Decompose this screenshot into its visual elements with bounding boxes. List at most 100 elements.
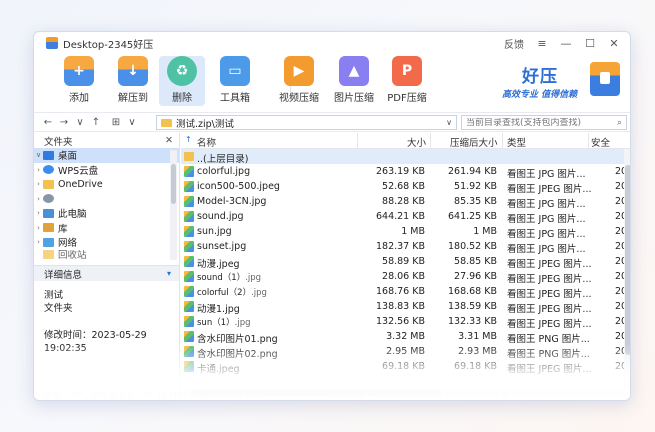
file-row[interactable]: 动漫.jpeg 58.89 KB 58.85 KB 看图王 JPEG 图片... 20 [181,254,630,270]
pdf-compress-label: PDF压缩 [387,93,427,104]
tree-item-network[interactable]: › 网络 [34,235,179,250]
tree-item-desktop[interactable]: ∨ 桌面 [34,148,179,163]
file-name: sound（1）.jpg [197,273,262,283]
extract-label: 解压到 [118,93,148,104]
path-dropdown-icon[interactable]: ∨ [446,118,452,127]
feedback-button[interactable]: 反馈 [504,36,524,51]
search-input[interactable] [466,117,606,128]
expand-icon[interactable]: › [34,209,43,217]
folder-icon [184,152,194,161]
column-name[interactable]: 名称 [197,135,216,149]
file-packed-size: 3.31 MB [458,331,497,342]
tree-item-wps-cloud[interactable]: › WPS云盘 [34,163,179,178]
file-row[interactable]: colorful（2）.jpg 168.76 KB 168.68 KB 看图王 JPE… [181,284,630,300]
video-compress-button[interactable]: ▶ 视频压缩 [276,56,322,106]
tree-item-library[interactable]: › 库 [34,221,179,236]
minimize-icon[interactable]: — [560,37,572,50]
path-bar[interactable]: 测试.zip\测试 ∨ [156,115,457,130]
parent-directory-row[interactable]: ..(上层目录) [181,149,630,165]
status-left: 类型：ZIP，解压后大小：35.35 MB，压缩率：76.14% [44,392,258,401]
video-icon: ▶ [284,56,314,86]
file-type: 看图王 JPG 图片... [507,214,586,225]
tree-scroll-thumb[interactable] [171,164,176,204]
tree-item-recycle-bin[interactable]: 回收站 [34,249,179,259]
status-bar: 类型：ZIP，解压后大小：35.35 MB，压缩率：76.14% 总计 32 个… [34,390,630,401]
expand-icon[interactable]: › [34,166,43,174]
details-header[interactable]: 详细信息 ▾ [34,265,179,281]
file-packed-size: 180.52 KB [447,241,497,252]
view-dropdown-icon[interactable]: ∨ [124,117,140,128]
file-size: 2.95 MB [386,346,425,357]
extract-button[interactable]: ↓ 解压到 [110,56,156,106]
file-row[interactable]: 含水印图片01.png 3.32 MB 3.31 MB 看图王 PNG 图片... 20 [181,329,630,345]
maximize-icon[interactable]: ☐ [584,37,596,50]
file-row[interactable]: sunset.jpg 182.37 KB 180.52 KB 看图王 JPG 图片..… [181,239,630,255]
file-name: sun（1）.jpg [197,318,251,328]
file-row[interactable]: colorful.jpg 263.19 KB 261.94 KB 看图王 JPG 图片… [181,164,630,180]
expand-icon[interactable]: › [34,180,43,188]
list-scroll-thumb[interactable] [625,165,630,355]
pdf-compress-button[interactable]: P PDF压缩 [384,56,430,106]
file-row[interactable]: Model-3CN.jpg 88.28 KB 85.35 KB 看图王 JPG 图片.… [181,194,630,210]
column-security[interactable]: 安全 [591,135,610,149]
menu-icon[interactable]: ≡ [536,37,548,50]
toolbar: + 添加 ↓ 解压到 ♻ 删除 ▭ 工具箱 ▶ 视频压缩 ▲ 图片压缩 P PD… [34,54,630,112]
image-compress-button[interactable]: ▲ 图片压缩 [331,56,377,106]
file-row[interactable]: sound.jpg 644.21 KB 641.25 KB 看图王 JPG 图片...… [181,209,630,225]
view-mode-icon[interactable]: ⊞ [108,117,124,128]
expand-icon[interactable]: ∨ [34,151,43,159]
back-icon[interactable]: ← [40,117,56,128]
forward-icon[interactable]: → [56,117,72,128]
column-packed-size[interactable]: 压缩后大小 [450,135,498,149]
file-row[interactable]: 卡通.jpeg 69.18 KB 69.18 KB 看图王 JPEG 图片... 20 [181,359,630,375]
file-row[interactable]: sound（1）.jpg 28.06 KB 27.96 KB 看图王 JPEG 图片.… [181,269,630,285]
image-file-icon [184,211,194,222]
file-row[interactable]: sun（1）.jpg 132.56 KB 132.33 KB 看图王 JPEG 图片.… [181,314,630,330]
search-icon[interactable]: ⌕ [617,118,622,128]
window-title: Desktop-2345好压 [63,39,154,51]
column-size[interactable]: 大小 [407,135,426,149]
file-row[interactable]: 动漫1.jpg 138.83 KB 138.59 KB 看图王 JPEG 图片... 2… [181,299,630,315]
add-archive-icon: + [64,56,94,86]
image-file-icon [184,256,194,267]
file-type: 看图王 JPG 图片... [507,229,586,240]
brand-slogan: 高效专业 值得信赖 [502,90,578,100]
cloud-icon [43,165,54,175]
column-type[interactable]: 类型 [507,135,526,149]
file-name: sound.jpg [197,211,244,222]
add-button[interactable]: + 添加 [56,56,102,106]
file-name: Model-3CN.jpg [197,196,267,207]
file-size: 69.18 KB [382,361,425,372]
list-vertical-scrollbar[interactable] [624,149,630,389]
tree-item-this-pc[interactable]: › 此电脑 [34,206,179,221]
folder-icon [43,179,54,189]
file-row[interactable]: icon500-500.jpeg 52.68 KB 51.92 KB 看图王 JPEG… [181,179,630,195]
pdf-icon: P [392,56,422,86]
toolbox-button[interactable]: ▭ 工具箱 [212,56,258,106]
file-type: 看图王 JPG 图片... [507,244,586,255]
up-icon[interactable]: ↑ [88,117,104,128]
image-file-icon [184,331,194,342]
chevron-down-icon[interactable]: ▾ [167,269,171,278]
history-dropdown-icon[interactable]: ∨ [72,117,88,128]
expand-icon[interactable]: › [34,195,43,203]
recycle-icon: ♻ [167,56,197,86]
app-window: Desktop-2345好压 反馈 ≡ — ☐ ✕ + 添加 ↓ 解压到 ♻ 删… [33,31,631,401]
file-type: 看图王 JPEG 图片... [507,304,592,315]
expand-icon[interactable]: › [34,238,43,246]
expand-icon[interactable]: › [34,224,43,232]
detail-kind: 文件夹 [44,303,73,314]
close-panel-icon[interactable]: ✕ [165,135,173,146]
list-header: ↑ 名称 大小 压缩后大小 类型 安全 修 [181,133,630,149]
delete-button[interactable]: ♻ 删除 [159,56,205,106]
file-row[interactable]: sun.jpg 1 MB 1 MB 看图王 JPG 图片... 20 [181,224,630,240]
file-packed-size: 138.59 KB [447,301,497,312]
close-icon[interactable]: ✕ [608,37,620,50]
tree-item-onedrive[interactable]: › OneDrive [34,177,179,192]
tree-scrollbar[interactable] [170,150,177,260]
file-row[interactable]: 含水印图片02.png 2.95 MB 2.93 MB 看图王 PNG 图片... 20 [181,344,630,360]
file-type: 看图王 JPEG 图片... [507,289,592,300]
file-size: 182.37 KB [375,241,425,252]
computer-icon [43,208,54,218]
tree-item-user[interactable]: › [34,192,179,207]
